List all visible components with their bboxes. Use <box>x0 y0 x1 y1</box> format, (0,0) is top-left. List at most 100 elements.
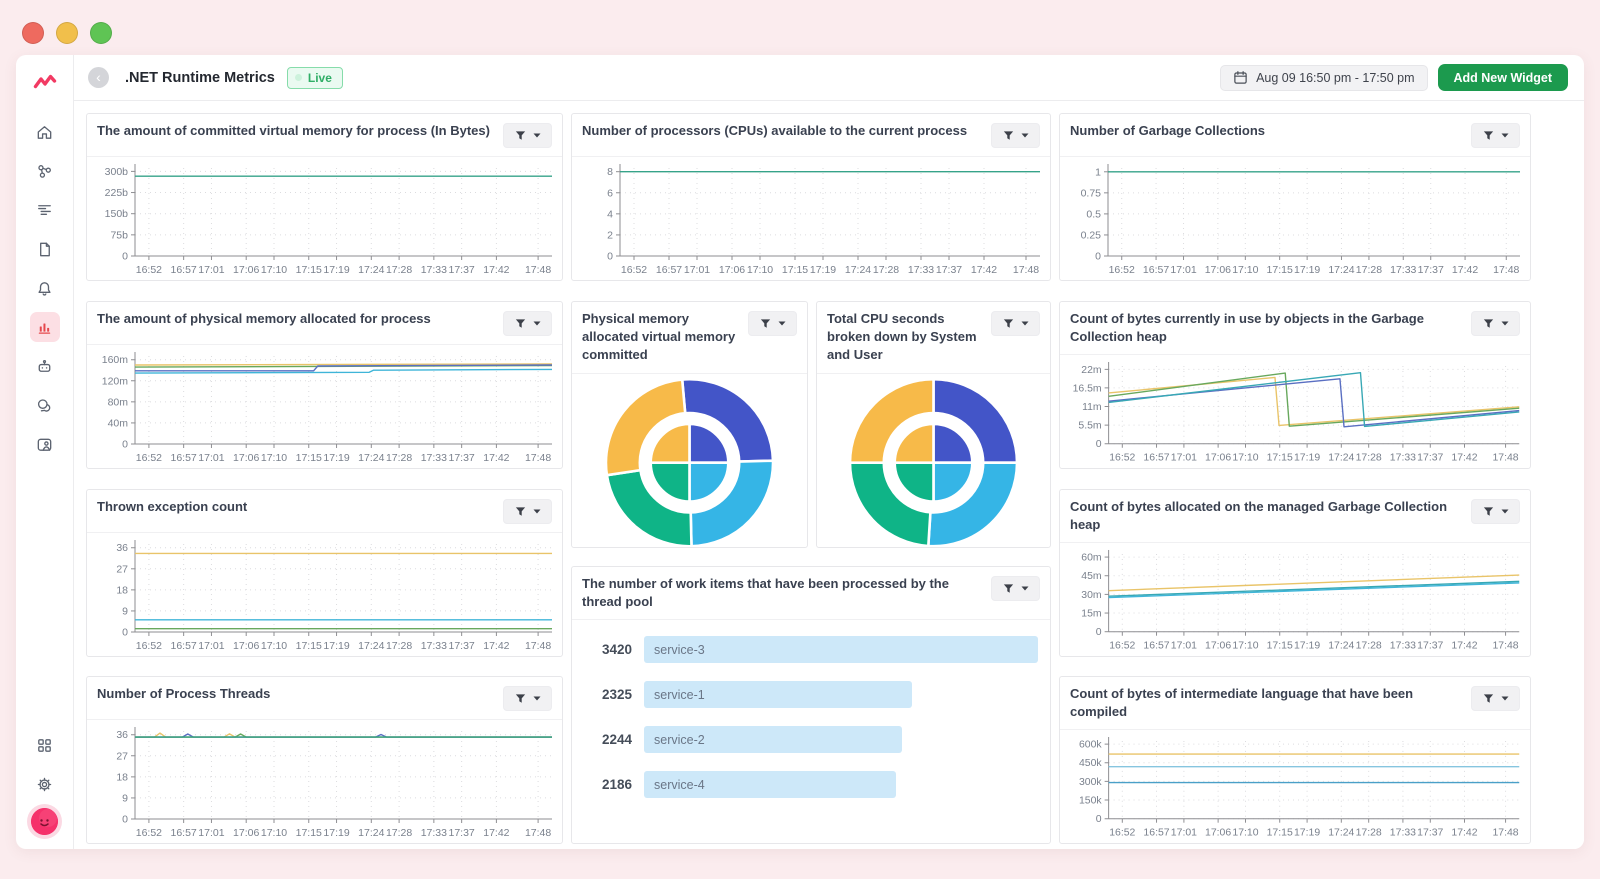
svg-text:17:33: 17:33 <box>421 827 447 839</box>
filter-button[interactable] <box>503 311 552 336</box>
svg-text:17:48: 17:48 <box>1493 264 1519 276</box>
services-nodes-icon <box>35 162 54 181</box>
svg-text:16:52: 16:52 <box>136 264 162 276</box>
filter-button[interactable] <box>991 311 1040 336</box>
svg-text:16:57: 16:57 <box>1143 264 1169 276</box>
sidebar-item-dashboards[interactable] <box>30 312 60 342</box>
svg-text:17:10: 17:10 <box>261 264 287 276</box>
filter-button[interactable] <box>503 499 552 524</box>
bar[interactable]: service-3 <box>644 636 1038 663</box>
zoom-window-button[interactable] <box>90 22 112 44</box>
bar-label: service-1 <box>654 688 705 702</box>
svg-text:17:42: 17:42 <box>971 264 997 276</box>
svg-text:5.5m: 5.5m <box>1078 421 1102 432</box>
widget-title: Physical memory allocated virtual memory… <box>582 310 740 365</box>
line-chart-cpu-count[interactable]: 0246816:5216:5717:0117:0617:1017:1517:19… <box>572 157 1050 280</box>
svg-text:17:28: 17:28 <box>1356 828 1382 839</box>
sidebar-item-apps[interactable] <box>30 730 60 760</box>
svg-text:17:06: 17:06 <box>233 640 259 652</box>
funnel-icon <box>1482 505 1495 518</box>
pie-chart-pie-cpu-seconds[interactable] <box>817 374 1050 547</box>
svg-text:15m: 15m <box>1081 609 1102 620</box>
svg-text:17:10: 17:10 <box>1232 828 1258 839</box>
svg-text:17:37: 17:37 <box>449 640 475 652</box>
sidebar-item-settings[interactable] <box>30 769 60 799</box>
svg-text:17:19: 17:19 <box>323 827 349 839</box>
bar-label: service-4 <box>654 778 705 792</box>
line-chart-il-compiled-bytes[interactable]: 0150k300k450k600k16:5216:5717:0117:0617:… <box>1060 730 1530 843</box>
filter-button[interactable] <box>1471 499 1520 524</box>
filter-button[interactable] <box>1471 311 1520 336</box>
svg-text:16:52: 16:52 <box>1109 453 1135 464</box>
sidebar-item-services[interactable] <box>30 156 60 186</box>
svg-text:17:06: 17:06 <box>233 264 259 276</box>
filter-button[interactable] <box>1471 686 1520 711</box>
bar[interactable]: service-1 <box>644 681 912 708</box>
line-chart-thrown-exceptions[interactable]: 0918273616:5216:5717:0117:0617:1017:1517… <box>87 533 562 656</box>
line-chart-gc-collections[interactable]: 00.250.50.75116:5216:5717:0117:0617:1017… <box>1060 157 1530 280</box>
svg-text:17:06: 17:06 <box>233 452 259 464</box>
svg-text:16:57: 16:57 <box>1143 828 1169 839</box>
sidebar-item-monitoring[interactable] <box>30 429 60 459</box>
pie-chart-pie-memory-committed[interactable] <box>572 374 807 547</box>
add-new-widget-button[interactable]: Add New Widget <box>1438 64 1569 91</box>
filter-button[interactable] <box>503 686 552 711</box>
line-chart-process-threads[interactable]: 0918273616:5216:5717:0117:0617:1017:1517… <box>87 720 562 843</box>
filter-button[interactable] <box>991 123 1040 148</box>
sidebar-item-traces[interactable] <box>30 195 60 225</box>
svg-text:17:01: 17:01 <box>1170 264 1196 276</box>
user-avatar[interactable] <box>31 808 58 835</box>
svg-text:0: 0 <box>122 439 128 451</box>
back-button[interactable]: ‹ <box>88 67 109 88</box>
sidebar-item-support[interactable] <box>30 390 60 420</box>
close-window-button[interactable] <box>22 22 44 44</box>
app-logo[interactable] <box>30 67 60 95</box>
svg-text:36: 36 <box>116 729 128 741</box>
sidebar-item-logs[interactable] <box>30 234 60 264</box>
minimize-window-button[interactable] <box>56 22 78 44</box>
svg-text:17:01: 17:01 <box>1171 641 1197 652</box>
sidebar-item-assistant[interactable] <box>30 351 60 381</box>
sidebar-item-alerts[interactable] <box>30 273 60 303</box>
line-chart-committed-virtual-memory[interactable]: 075b150b225b300b16:5216:5717:0117:0617:1… <box>87 157 562 280</box>
widget-header: Number of processors (CPUs) available to… <box>572 114 1050 157</box>
line-chart-gc-heap-in-use[interactable]: 05.5m11m16.5m22m16:5216:5717:0117:0617:1… <box>1060 355 1530 468</box>
svg-text:17:24: 17:24 <box>358 827 384 839</box>
bar-chart: 3420service-32325service-12244service-22… <box>572 620 1050 843</box>
widget-title: Thrown exception count <box>97 498 247 516</box>
svg-text:17:48: 17:48 <box>1492 828 1518 839</box>
line-chart-physical-memory[interactable]: 040m80m120m160m16:5216:5717:0117:0617:10… <box>87 345 562 468</box>
bar-label: service-2 <box>654 733 705 747</box>
svg-text:17:15: 17:15 <box>296 640 322 652</box>
svg-text:17:01: 17:01 <box>198 264 224 276</box>
date-range-picker[interactable]: Aug 09 16:50 pm - 17:50 pm <box>1220 65 1427 91</box>
filter-button[interactable] <box>1471 123 1520 148</box>
svg-text:0.25: 0.25 <box>1081 229 1102 241</box>
svg-text:17:37: 17:37 <box>1417 453 1443 464</box>
svg-text:18: 18 <box>116 584 128 596</box>
bar[interactable]: service-4 <box>644 771 896 798</box>
sidebar-item-home[interactable] <box>30 117 60 147</box>
bar[interactable]: service-2 <box>644 726 902 753</box>
bell-icon <box>35 279 54 298</box>
line-chart-gc-heap-allocated[interactable]: 015m30m45m60m16:5216:5717:0117:0617:1017… <box>1060 543 1530 656</box>
svg-text:16:57: 16:57 <box>171 264 197 276</box>
svg-text:0: 0 <box>1096 440 1102 451</box>
filter-button[interactable] <box>748 311 797 336</box>
filter-button[interactable] <box>991 576 1040 601</box>
window-controls <box>22 22 112 44</box>
svg-text:17:06: 17:06 <box>1205 641 1231 652</box>
svg-text:17:33: 17:33 <box>421 640 447 652</box>
dashboard-grid: The amount of committed virtual memory f… <box>74 101 1584 849</box>
widget-cpu-count: Number of processors (CPUs) available to… <box>571 113 1051 281</box>
svg-text:2: 2 <box>607 229 613 241</box>
widget-title: Count of bytes allocated on the managed … <box>1070 498 1463 534</box>
grid-icon <box>35 736 54 755</box>
chat-bubbles-icon <box>35 396 54 415</box>
svg-text:0: 0 <box>1096 815 1102 826</box>
filter-button[interactable] <box>503 123 552 148</box>
svg-text:45m: 45m <box>1081 572 1102 583</box>
svg-text:17:01: 17:01 <box>198 640 224 652</box>
svg-text:17:15: 17:15 <box>782 264 808 276</box>
svg-text:30m: 30m <box>1081 590 1102 601</box>
